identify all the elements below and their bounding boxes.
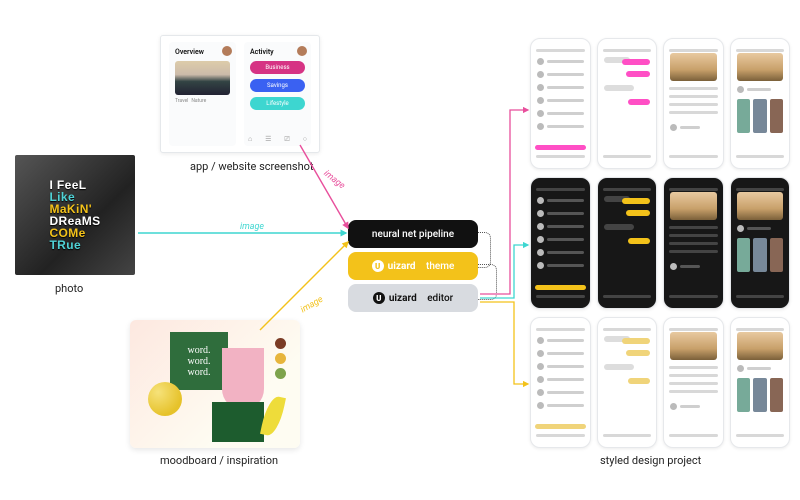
avatar-icon [222, 46, 232, 56]
block-theme: Uuizard theme [348, 252, 478, 280]
swatch-icon [275, 353, 286, 364]
swatch-icon [275, 368, 286, 379]
phone-mock [730, 317, 791, 448]
feedback-connector [478, 264, 497, 300]
photo-text: I FeeL Like MaKiN' DReaMS COMe TRue [49, 179, 100, 251]
phone-mock [530, 177, 591, 308]
screenshot-label: app / website screenshot [190, 160, 314, 173]
edge-label-photo: image [240, 222, 264, 232]
edge-label-moodboard: image [299, 295, 325, 316]
phone-mock [663, 317, 724, 448]
feedback-connector [478, 232, 491, 268]
brand-logo-icon: U [373, 292, 385, 304]
photo-label: photo [55, 282, 83, 295]
block-neural-net: neural net pipeline [348, 220, 478, 248]
brand-name: uizard [389, 293, 417, 304]
output-label: styled design project [600, 454, 701, 467]
nav-icons: ⌂☰⎚○ [248, 135, 307, 144]
phone-mock [597, 317, 658, 448]
input-screenshot: Overview Travel Nature Activity Business… [160, 35, 320, 153]
brand-logo-icon: U [372, 260, 384, 272]
moodboard-shape [212, 402, 264, 442]
phone-mock [597, 177, 658, 308]
coin-icon [148, 382, 182, 416]
output-phones-grid [530, 38, 790, 448]
phone-mock [730, 177, 791, 308]
block-editor: Uuizard editor [348, 284, 478, 312]
phone-mock [663, 177, 724, 308]
screenshot-left-pane: Overview Travel Nature [169, 42, 236, 146]
phone-mock [530, 317, 591, 448]
phone-mock [597, 38, 658, 169]
edge-label-screenshot: image [321, 169, 346, 192]
moodboard-label: moodboard / inspiration [160, 454, 278, 467]
phone-mock [530, 38, 591, 169]
leaf-icon [260, 395, 286, 438]
moodboard-card: word. word. word. [170, 332, 228, 390]
pill-savings: Savings [250, 79, 305, 92]
brand-name: uizard [388, 261, 416, 272]
pill-business: Business [250, 61, 305, 74]
screenshot-sub-1: Travel [175, 98, 188, 104]
phone-mock [730, 38, 791, 169]
phone-mock [663, 38, 724, 169]
avatar-icon [297, 46, 307, 56]
screenshot-right-pane: Activity Business Savings Lifestyle ⌂☰⎚○ [244, 42, 311, 146]
moodboard-shape [222, 348, 264, 410]
input-photo: I FeeL Like MaKiN' DReaMS COMe TRue [15, 155, 135, 275]
pill-lifestyle: Lifestyle [250, 97, 305, 110]
input-moodboard: word. word. word. [130, 320, 300, 448]
image-thumb [175, 61, 230, 95]
swatch-icon [275, 338, 286, 349]
screenshot-sub-2: Nature [191, 98, 206, 104]
